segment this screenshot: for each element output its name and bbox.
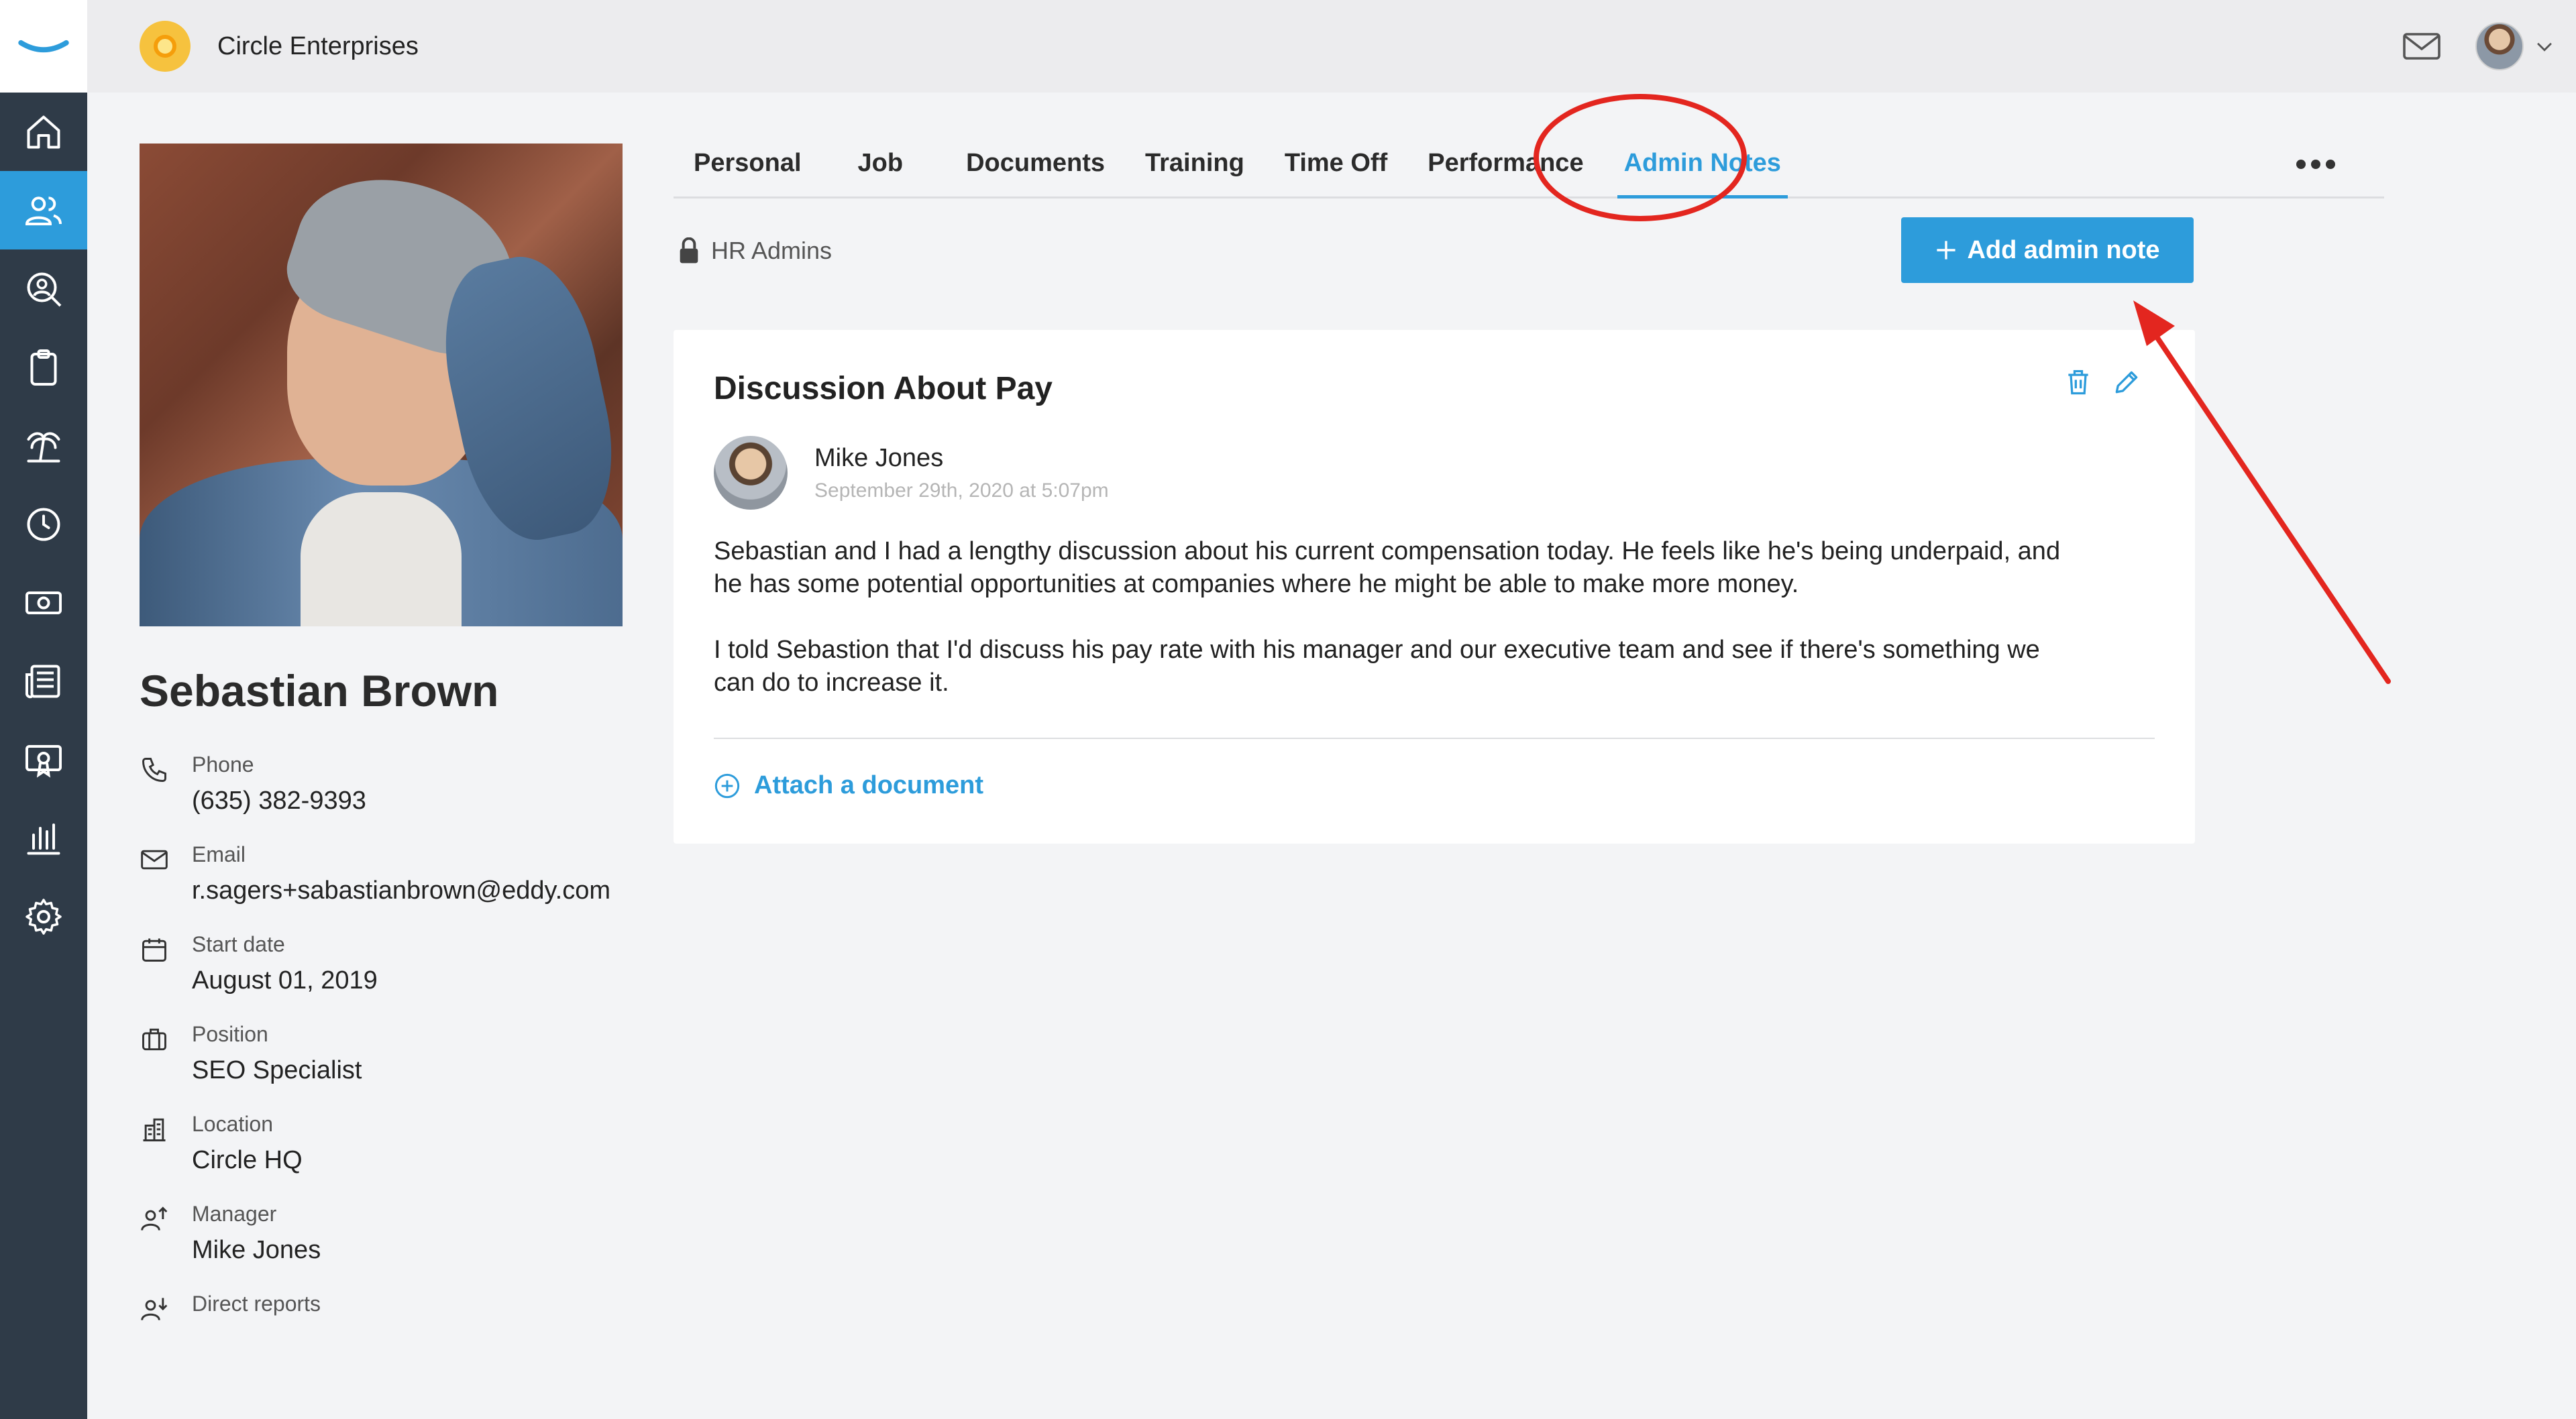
people-icon: [25, 196, 62, 225]
sidebar-item-settings[interactable]: [0, 877, 87, 956]
note-body: Sebastian and I had a lengthy discussion…: [714, 535, 2069, 732]
tab-bar: Personal Job Documents Training Time Off…: [674, 127, 2384, 198]
mail-icon: [141, 850, 168, 870]
note-paragraph: I told Sebastion that I'd discuss his pa…: [714, 636, 2040, 697]
newspaper-icon: [25, 665, 60, 698]
search-people-icon: [27, 272, 62, 306]
sidebar-item-time[interactable]: [0, 485, 87, 563]
plus-icon: [1937, 241, 1956, 260]
author-name: Mike Jones: [814, 444, 944, 472]
email-value[interactable]: r.sagers+sabastianbrown@eddy.com: [192, 876, 610, 905]
email-info: Email r.sagers+sabastianbrown@eddy.com: [140, 842, 623, 905]
direct-reports-info: Direct reports: [140, 1292, 623, 1324]
home-icon: [27, 115, 60, 148]
building-icon: [143, 1118, 166, 1141]
add-admin-note-label: Add admin note: [1967, 235, 2160, 264]
sidebar-item-payroll[interactable]: [0, 563, 87, 642]
tab-documents[interactable]: Documents: [946, 149, 1125, 196]
admin-note-card: Discussion About Pay Mike Jones Septembe…: [674, 330, 2195, 844]
sidebar-item-people[interactable]: [0, 171, 87, 249]
person-up-icon: [141, 1206, 168, 1231]
tab-personal[interactable]: Personal: [674, 149, 822, 196]
company-name: Circle Enterprises: [217, 32, 419, 60]
sidebar-item-reports[interactable]: [0, 799, 87, 877]
email-label: Email: [192, 842, 246, 866]
chart-icon: [27, 823, 60, 854]
sidebar: [0, 0, 87, 1419]
attach-document-label: Attach a document: [754, 771, 984, 799]
author-avatar: [714, 436, 788, 510]
app-logo[interactable]: [0, 0, 87, 93]
lock-icon: [680, 237, 698, 264]
briefcase-icon: [142, 1028, 166, 1051]
add-admin-note-button[interactable]: Add admin note: [1901, 217, 2194, 283]
tab-job[interactable]: Job: [838, 149, 924, 196]
more-options-icon[interactable]: [2296, 159, 2336, 170]
smile-logo-icon: [18, 40, 69, 52]
phone-label: Phone: [192, 752, 254, 777]
clock-icon: [27, 508, 60, 541]
plus-circle-icon: [714, 773, 740, 798]
profile-photo: [140, 144, 623, 626]
note-title: Discussion About Pay: [714, 371, 1053, 406]
tab-time-off[interactable]: Time Off: [1265, 149, 1407, 196]
position-value: SEO Specialist: [192, 1056, 362, 1084]
employee-name: Sebastian Brown: [140, 666, 499, 716]
phone-value: (635) 382-9393: [192, 787, 366, 815]
calendar-icon: [142, 938, 166, 962]
phone-icon: [142, 758, 166, 782]
annotation-arrow: [2133, 300, 2391, 684]
tab-training[interactable]: Training: [1125, 149, 1265, 196]
manager-info: Manager Mike Jones: [140, 1202, 623, 1265]
location-label: Location: [192, 1112, 273, 1136]
note-timestamp: September 29th, 2020 at 5:07pm: [814, 479, 1109, 502]
top-bar: Circle Enterprises: [87, 0, 2576, 93]
annotation-circle: [1534, 94, 1747, 221]
position-label: Position: [192, 1022, 268, 1046]
notes-toolbar: HR Admins Add admin note: [674, 217, 2384, 284]
palm-tree-icon: [27, 432, 60, 462]
manager-value[interactable]: Mike Jones: [192, 1236, 321, 1265]
phone-info: Phone (635) 382-9393: [140, 752, 623, 815]
sidebar-item-training[interactable]: [0, 720, 87, 799]
sidebar-item-time-off[interactable]: [0, 406, 87, 485]
location-info: Location Circle HQ: [140, 1112, 623, 1175]
main-content: Personal Job Documents Training Time Off…: [674, 127, 2384, 844]
attach-document-link[interactable]: Attach a document: [714, 771, 983, 800]
mail-icon[interactable]: [2402, 30, 2442, 62]
chevron-down-icon[interactable]: [2533, 35, 2556, 58]
sidebar-item-news[interactable]: [0, 642, 87, 720]
certificate-icon: [25, 744, 62, 778]
start-date-label: Start date: [192, 932, 285, 956]
sidebar-item-search-people[interactable]: [0, 249, 87, 328]
gear-icon: [25, 898, 62, 935]
person-down-icon: [141, 1298, 168, 1320]
sidebar-item-clipboard[interactable]: [0, 328, 87, 406]
location-value: Circle HQ: [192, 1146, 303, 1174]
company-logo: [140, 21, 191, 72]
start-date-info: Start date August 01, 2019: [140, 932, 623, 995]
profile-panel: Sebastian Brown Phone (635) 382-9393 Ema…: [140, 144, 623, 1351]
trash-icon[interactable]: [2063, 367, 2093, 397]
note-author: Mike Jones September 29th, 2020 at 5:07p…: [714, 436, 1109, 510]
clipboard-icon: [30, 349, 57, 386]
start-date-value: August 01, 2019: [192, 966, 378, 995]
money-icon: [25, 591, 62, 614]
user-avatar[interactable]: [2475, 22, 2524, 70]
position-info: Position SEO Specialist: [140, 1022, 623, 1085]
divider: [714, 738, 2155, 739]
direct-reports-label: Direct reports: [192, 1292, 321, 1316]
sidebar-item-home[interactable]: [0, 93, 87, 171]
visibility-label: HR Admins: [711, 237, 833, 264]
manager-label: Manager: [192, 1202, 277, 1226]
note-paragraph: Sebastian and I had a lengthy discussion…: [714, 537, 2061, 598]
